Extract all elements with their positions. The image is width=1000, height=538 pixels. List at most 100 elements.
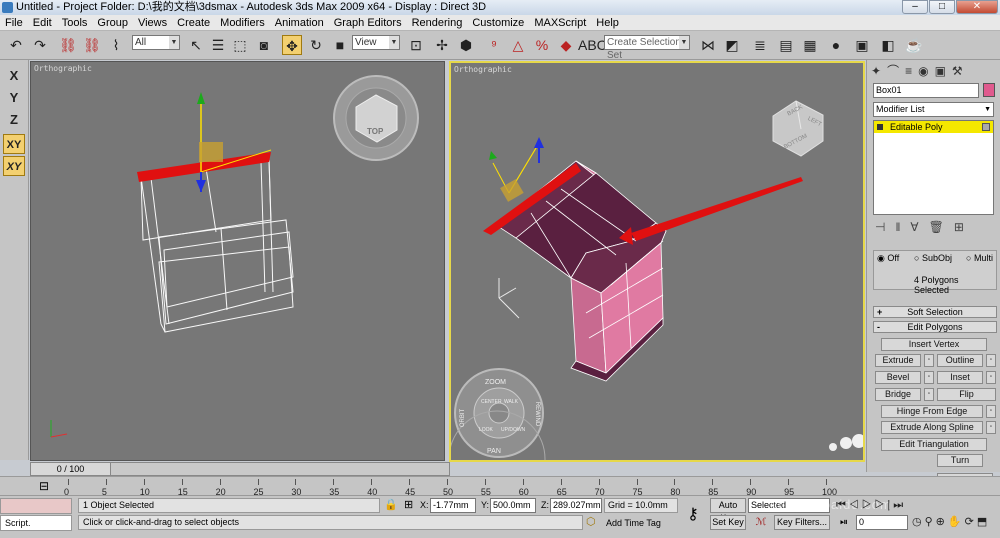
- viewport-right-active[interactable]: Orthographic ZOOM PAN ORBIT REWIND CENTE…: [449, 61, 865, 462]
- x-coordinate-field[interactable]: -1.77mm: [430, 498, 476, 513]
- extrude-button[interactable]: Extrude: [875, 354, 921, 367]
- hierarchy-tab-icon[interactable]: ≡: [905, 64, 918, 78]
- z-coordinate-field[interactable]: 289.027mm: [550, 498, 602, 513]
- menu-customize[interactable]: Customize: [467, 15, 529, 31]
- select-and-rotate-icon[interactable]: ↻: [306, 35, 326, 55]
- viewcube-top-label[interactable]: TOP: [367, 127, 383, 136]
- orbit-icon[interactable]: ⟳: [965, 516, 977, 528]
- inset-settings-button[interactable]: ▫: [986, 371, 996, 384]
- render-setup-icon[interactable]: ▣: [852, 35, 872, 55]
- edit-polygons-rollout[interactable]: - Edit Polygons: [873, 321, 997, 333]
- unlink-icon[interactable]: ⛓: [82, 35, 102, 55]
- snaps-toggle-icon[interactable]: ⁹: [484, 35, 504, 55]
- viewport-left[interactable]: Orthographic: [30, 61, 445, 461]
- select-object-icon[interactable]: ↖: [186, 35, 206, 55]
- key-mode-toggle-icon[interactable]: ⏯: [840, 515, 854, 530]
- pan-icon[interactable]: ✋: [948, 516, 965, 528]
- select-and-link-icon[interactable]: ⛓: [58, 35, 78, 55]
- modify-tab-icon[interactable]: ⌒: [887, 64, 905, 78]
- set-key-button[interactable]: Set Key: [710, 515, 746, 530]
- wheel-pan-label[interactable]: PAN: [487, 448, 501, 455]
- lock-selection-icon[interactable]: 🔒: [384, 498, 398, 512]
- pin-stack-icon[interactable]: ⊣: [875, 220, 895, 234]
- axis-y-button[interactable]: Y: [3, 88, 25, 108]
- stack-tools[interactable]: ⊣‖∀🗑⊞: [875, 220, 995, 236]
- viewcube-left[interactable]: [333, 75, 419, 161]
- y-coordinate-field[interactable]: 500.0mm: [490, 498, 536, 513]
- modifier-stack[interactable]: Editable Poly: [873, 120, 994, 215]
- wheel-zoom-label[interactable]: ZOOM: [485, 379, 506, 386]
- maximize-button[interactable]: □: [929, 0, 955, 14]
- mini-curve-editor-icon[interactable]: ⊟: [36, 479, 52, 493]
- menu-create[interactable]: Create: [172, 15, 215, 31]
- axis-x-button[interactable]: X: [3, 66, 25, 86]
- minimize-button[interactable]: –: [902, 0, 928, 14]
- key-filters-button[interactable]: Key Filters...: [774, 515, 830, 530]
- wheel-center-label[interactable]: CENTER: [481, 399, 502, 405]
- wheel-walk-label[interactable]: WALK: [504, 399, 518, 405]
- soft-selection-rollout[interactable]: + Soft Selection: [873, 306, 997, 318]
- hinge-settings-button[interactable]: ▫: [986, 405, 996, 418]
- flip-button[interactable]: Flip: [937, 388, 996, 401]
- pivot-center-icon[interactable]: ⊡: [406, 35, 426, 55]
- outline-button[interactable]: Outline: [937, 354, 983, 367]
- hinge-from-edge-button[interactable]: Hinge From Edge: [881, 405, 983, 418]
- wheel-orbit-label[interactable]: ORBIT: [460, 409, 466, 427]
- maximize-viewport-icon[interactable]: ⬒: [977, 516, 990, 528]
- go-to-start-icon[interactable]: ⏮: [836, 499, 849, 511]
- insert-vertex-button[interactable]: Insert Vertex: [881, 338, 987, 351]
- show-end-result-icon[interactable]: ‖: [895, 220, 910, 234]
- axis-xy-button[interactable]: XY: [3, 134, 25, 154]
- auto-key-button[interactable]: Auto Key: [710, 498, 746, 523]
- make-unique-icon[interactable]: ∀: [910, 220, 928, 234]
- zoom-icon[interactable]: ⚲: [925, 516, 936, 528]
- bind-space-warp-icon[interactable]: ⌇: [106, 35, 126, 55]
- time-slider-thumb[interactable]: 0 / 100: [31, 463, 111, 475]
- object-color-swatch[interactable]: [983, 83, 995, 97]
- menu-edit[interactable]: Edit: [28, 15, 57, 31]
- menu-maxscript[interactable]: MAXScript: [529, 15, 591, 31]
- absolute-mode-icon[interactable]: ⊞: [404, 498, 418, 512]
- current-frame-field[interactable]: 0: [856, 515, 908, 530]
- key-icon[interactable]: ⚷: [682, 504, 704, 526]
- menu-help[interactable]: Help: [591, 15, 624, 31]
- outline-settings-button[interactable]: ▫: [986, 354, 996, 367]
- maxscript-listener-pink[interactable]: [0, 498, 72, 514]
- remove-modifier-icon[interactable]: 🗑: [929, 220, 954, 234]
- menu-animation[interactable]: Animation: [270, 15, 329, 31]
- viewport-navigation[interactable]: ◷⚲⊕✋⟳⬒: [912, 515, 1000, 530]
- track-bar[interactable]: ⊟ 0 5 10 15 20 25 30 35 40 45 50 55 60 65 70 75 80 85 90 95…: [0, 476, 1000, 497]
- align-icon[interactable]: ◩: [722, 35, 742, 55]
- bevel-button[interactable]: Bevel: [875, 371, 921, 384]
- select-and-manipulate-icon[interactable]: ✢: [432, 35, 452, 55]
- extrude-spline-settings-button[interactable]: ▫: [986, 421, 996, 434]
- layer-manager-icon[interactable]: ≣: [750, 35, 770, 55]
- modifier-list-dropdown[interactable]: Modifier List ▼: [873, 102, 994, 117]
- time-tag-icon[interactable]: ⬡: [586, 515, 600, 529]
- redo-icon[interactable]: ↷: [30, 35, 50, 55]
- menu-views[interactable]: Views: [133, 15, 172, 31]
- edit-named-selection-icon[interactable]: ABC: [578, 35, 607, 55]
- axis-xy-flyout-button[interactable]: XY: [3, 156, 25, 176]
- selection-region-icon[interactable]: ⬚: [230, 35, 250, 55]
- edit-triangulation-button[interactable]: Edit Triangulation: [881, 438, 987, 451]
- axis-z-button[interactable]: Z: [3, 110, 25, 130]
- menu-file[interactable]: File: [0, 15, 28, 31]
- curve-editor-icon[interactable]: ▤: [776, 35, 796, 55]
- material-editor-icon[interactable]: ●: [826, 35, 846, 55]
- mirror-icon[interactable]: ⋈: [698, 35, 718, 55]
- wheel-rewind-label[interactable]: REWIND: [534, 402, 540, 426]
- utilities-tab-icon[interactable]: ⚒: [952, 64, 969, 78]
- turn-button[interactable]: Turn: [937, 454, 983, 467]
- subobj-off-radio[interactable]: ◉ Off: [877, 253, 899, 264]
- keyboard-shortcut-override-icon[interactable]: ⬢: [456, 35, 476, 55]
- close-button[interactable]: ✕: [956, 0, 998, 14]
- menu-tools[interactable]: Tools: [57, 15, 93, 31]
- stack-item-editable-poly[interactable]: Editable Poly: [874, 121, 993, 133]
- window-crossing-icon[interactable]: ◙: [254, 35, 274, 55]
- next-frame-icon[interactable]: ▷|: [875, 499, 894, 511]
- select-and-move-icon[interactable]: ✥: [282, 35, 302, 55]
- extrude-along-spline-button[interactable]: Extrude Along Spline: [881, 421, 983, 434]
- configure-sets-icon[interactable]: ⊞: [954, 220, 974, 234]
- go-to-end-icon[interactable]: ⏭: [893, 499, 906, 511]
